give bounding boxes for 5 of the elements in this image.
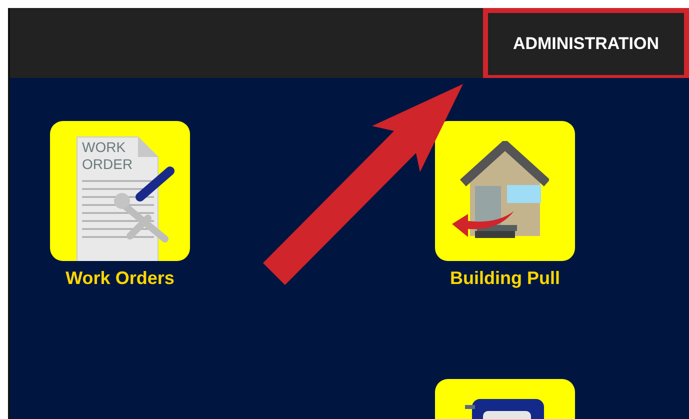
app-tile[interactable]: WORK ORDER xyxy=(50,121,190,261)
tile-label: Building Pull xyxy=(450,268,560,289)
app-tile[interactable] xyxy=(435,121,575,261)
tile-label: Work Orders xyxy=(66,268,174,289)
house-icon xyxy=(451,141,549,239)
